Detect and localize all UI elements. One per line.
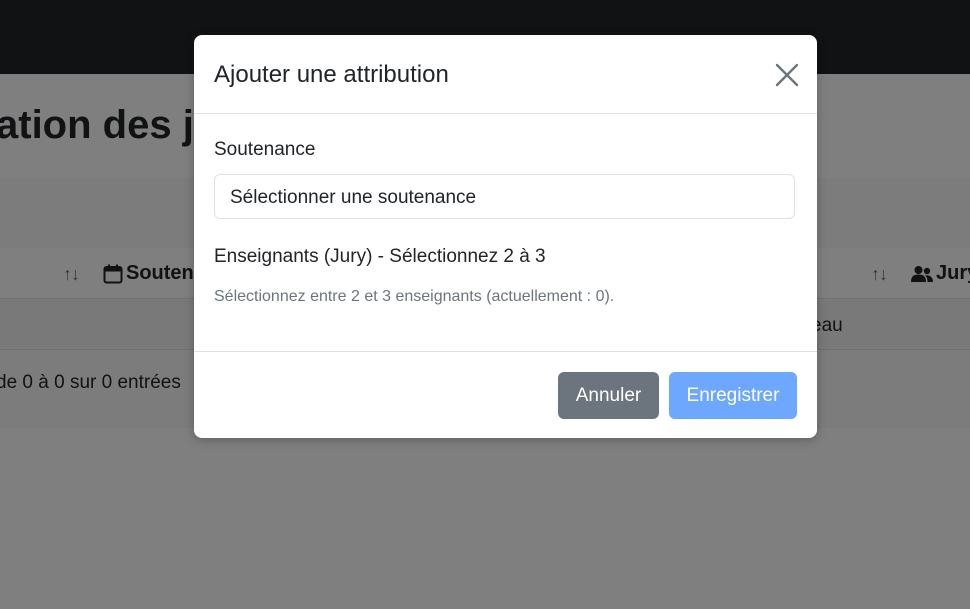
save-button[interactable]: Enregistrer (669, 372, 797, 419)
close-button[interactable] (772, 60, 802, 90)
modal-header: Ajouter une attribution (194, 35, 817, 114)
jury-label: Enseignants (Jury) - Sélectionnez 2 à 3 (214, 246, 546, 267)
jury-help-text: Sélectionnez entre 2 et 3 enseignants (a… (214, 288, 615, 305)
soutenance-label: Soutenance (214, 139, 316, 160)
add-attribution-modal: Ajouter une attribution Soutenance Sélec… (194, 35, 817, 438)
soutenance-select-value: Sélectionner une soutenance (230, 187, 477, 208)
soutenance-select[interactable]: Sélectionner une soutenance (214, 174, 795, 219)
cancel-button[interactable]: Annuler (558, 372, 659, 419)
modal-title: Ajouter une attribution (214, 61, 449, 88)
page: ation des ju ↑↓ Soutena ↑↓ Jury eau de 0… (0, 0, 970, 609)
close-icon (775, 63, 799, 87)
